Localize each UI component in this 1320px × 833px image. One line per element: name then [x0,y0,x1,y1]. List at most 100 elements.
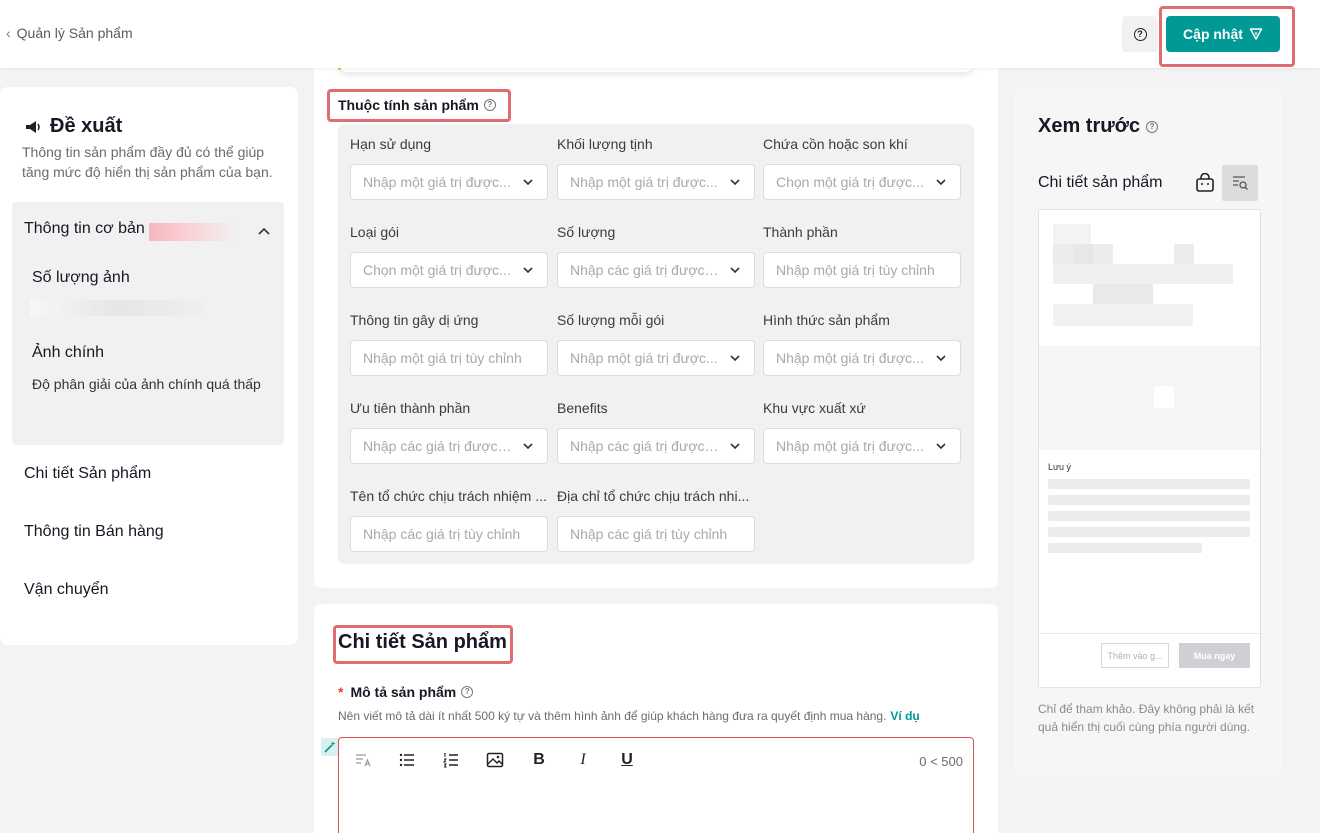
basic-info-section: Thông tin cơ bản Số lượng ảnh Ảnh chính … [12,202,284,445]
blurred-block [1053,224,1091,244]
chevron-down-icon [728,439,742,453]
field-label: Hình thức sản phẩm [763,312,890,328]
placeholder-line [1048,527,1250,537]
description-label: * Mô tả sản phẩm ? [338,684,474,700]
question-icon[interactable]: ? [483,99,496,111]
field-placeholder: Nhập một giá trị tùy chỉnh [776,262,935,278]
placeholder-line [1048,495,1250,505]
chevron-down-icon [521,439,535,453]
field-label: Benefits [557,400,608,416]
phone-preview: Lưu ý Thêm vào g... Mua ngay [1038,209,1261,688]
field-placeholder: Nhập các giá trị tùy chỉnh [363,526,521,542]
suggestion-panel: Đề xuất Thông tin sản phẩm đầy đủ có thể… [0,87,298,645]
chevron-up-icon[interactable] [258,224,270,238]
detail-title: Chi tiết Sản phẩm [338,631,507,653]
attribute-select[interactable]: Nhập các giá trị được ... [350,428,548,464]
attribute-select[interactable]: Chọn một giá trị được... [350,252,548,288]
attribute-select[interactable]: Nhập một giá trị được... [350,164,548,200]
blurred-text [30,300,204,316]
example-link[interactable]: Ví dụ [890,709,919,723]
main-image-description: Độ phân giải của ảnh chính quá thấp [32,376,261,392]
back-link[interactable]: ‹ Quản lý Sản phẩm [6,25,133,41]
nav-shipping[interactable]: Vận chuyển [24,581,109,599]
field-label: Hạn sử dụng [350,136,431,152]
attribute-select[interactable]: Nhập một giá trị được... [763,340,961,376]
chevron-down-icon [934,351,948,365]
triangle-down-icon [1249,28,1263,40]
blurred-block [1093,284,1153,304]
back-label: Quản lý Sản phẩm [16,25,133,41]
image-count-item[interactable]: Số lượng ảnh [32,269,130,287]
buy-now-button: Mua ngay [1179,643,1250,668]
field-label: Loại gói [350,224,400,240]
attribute-select[interactable]: Nhập các giá trị được ... [557,428,755,464]
chevron-down-icon [934,175,948,189]
field-placeholder: Chọn một giá trị được... [776,174,924,190]
nav-product-detail[interactable]: Chi tiết Sản phẩm [24,465,151,483]
blurred-block [1174,244,1194,264]
text-style-icon[interactable] [353,750,373,770]
field-label: Số lượng mỗi gói [557,312,665,328]
field-label: Thông tin gây dị ứng [350,312,479,328]
chevron-left-icon: ‹ [6,25,11,41]
attribute-input[interactable]: Nhập một giá trị tùy chỉnh [763,252,961,288]
help-button[interactable]: ? [1122,16,1158,52]
character-counter: 0 < 500 [919,754,963,769]
chevron-down-icon [521,175,535,189]
attribute-input[interactable]: Nhập một giá trị tùy chỉnh [350,340,548,376]
attributes-grid: Hạn sử dụng Nhập một giá trị được... Khối … [338,124,974,564]
blurred-block [1073,244,1093,264]
italic-icon[interactable]: I [573,750,593,770]
placeholder-line [1048,511,1250,521]
question-icon[interactable]: ? [1146,120,1159,133]
bold-icon[interactable]: B [529,750,549,770]
field-placeholder: Nhập một giá trị được... [776,350,924,366]
preview-panel: Xem trước ? Chi tiết sản phẩm Lưu ý Thêm… [1014,87,1282,777]
blurred-badge [149,223,237,241]
top-bar: ‹ Quản lý Sản phẩm ? Cập nhật [0,0,1320,68]
attribute-select[interactable]: Nhập một giá trị được... [557,340,755,376]
field-placeholder: Nhập các giá trị được ... [570,438,720,454]
field-placeholder: Nhập một giá trị được... [570,174,718,190]
attribute-select[interactable]: Nhập các giá trị được ... [557,252,755,288]
update-button[interactable]: Cập nhật [1166,16,1280,52]
bullet-list-icon[interactable] [397,750,417,770]
numbered-list-icon[interactable] [441,750,461,770]
phone-footer: Thêm vào g... Mua ngay [1039,633,1260,687]
attribute-input[interactable]: Nhập các giá trị tùy chỉnh [350,516,548,552]
required-mark: * [338,684,344,700]
field-placeholder: Nhập một giá trị tùy chỉnh [363,350,522,366]
megaphone-icon [26,120,40,133]
chevron-down-icon [728,263,742,277]
description-editor[interactable]: B I U 0 < 500 [338,737,974,833]
blurred-block [1154,386,1174,408]
attributes-card: Thuộc tính sản phẩm ? Hạn sử dụng Nhập mộ… [314,60,998,588]
chevron-down-icon [521,263,535,277]
field-placeholder: Chọn một giá trị được... [363,262,511,278]
image-icon[interactable] [485,750,505,770]
magic-wand-icon[interactable] [321,738,339,756]
field-label: Thành phần [763,224,838,240]
suggest-description: Thông tin sản phẩm đầy đủ có thể giúp tă… [22,144,273,180]
field-placeholder: Nhập các giá trị tùy chỉnh [570,526,728,542]
field-label: Địa chỉ tổ chức chịu trách nhi... [557,488,750,504]
attribute-select[interactable]: Chọn một giá trị được... [763,164,961,200]
placeholder-line [1048,479,1250,489]
description-hint: Nên viết mô tả dài ít nhất 500 ký tự và … [338,709,920,723]
blurred-image [1039,346,1260,450]
update-label: Cập nhật [1183,26,1243,42]
preview-disclaimer: Chỉ để tham khảo. Đây không phải là kết … [1038,702,1255,734]
underline-icon[interactable]: U [617,750,637,770]
attribute-select[interactable]: Nhập một giá trị được... [763,428,961,464]
basic-info-toggle[interactable]: Thông tin cơ bản [24,220,145,238]
question-icon[interactable]: ? [461,686,474,698]
attribute-input[interactable]: Nhập các giá trị tùy chỉnh [557,516,755,552]
main-image-item[interactable]: Ảnh chính [32,344,104,362]
chevron-down-icon [728,351,742,365]
shopping-bag-icon[interactable] [1188,165,1222,201]
nav-sales-info[interactable]: Thông tin Bán hàng [24,523,164,541]
search-detail-icon[interactable] [1222,165,1258,201]
attribute-select[interactable]: Nhập một giá trị được... [557,164,755,200]
help-icon: ? [1133,27,1147,41]
field-label: Ưu tiên thành phần [350,400,471,416]
